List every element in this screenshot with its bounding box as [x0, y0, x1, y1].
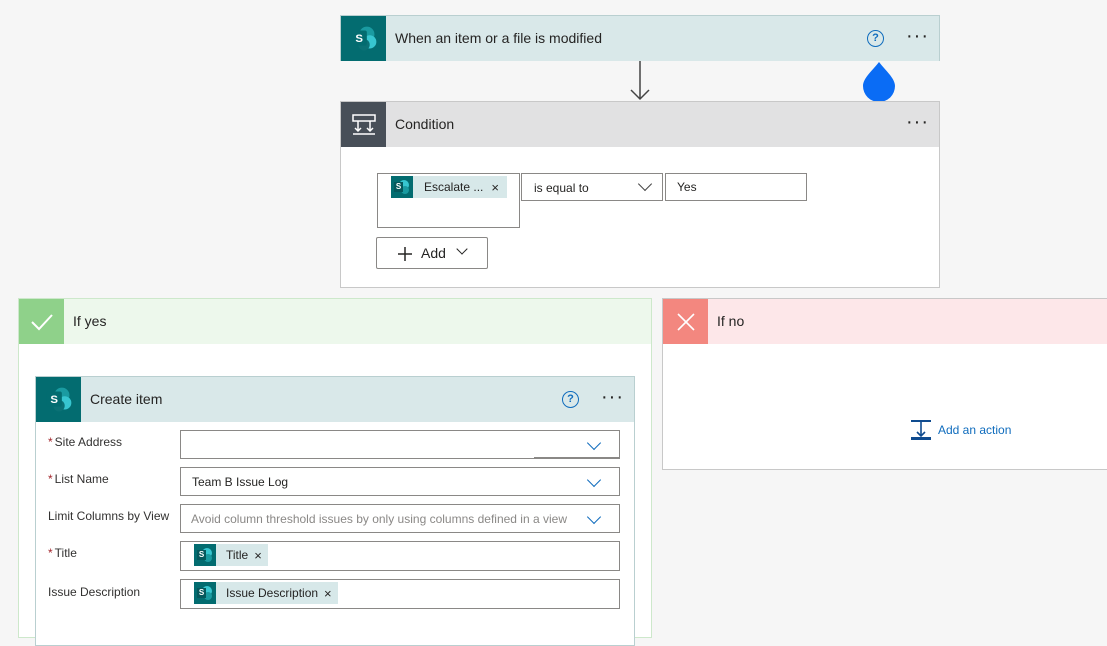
dynamic-content-token: S Issue Description ×	[194, 582, 338, 604]
close-icon	[663, 299, 708, 344]
issue-description-input[interactable]: S Issue Description ×	[180, 579, 620, 609]
create-item-header[interactable]: S Create item ? ···	[36, 377, 634, 422]
sharepoint-icon: S	[341, 16, 386, 61]
plus-icon	[398, 247, 412, 261]
add-an-action-button[interactable]: Add an action	[910, 419, 1011, 441]
create-item-title: Create item	[90, 391, 163, 407]
title-label: * Title	[48, 546, 77, 560]
if-no-header[interactable]: If no	[663, 299, 1107, 344]
condition-value-input[interactable]: Yes	[665, 173, 807, 201]
add-action-label: Add an action	[938, 423, 1012, 437]
list-name-label: * List Name	[48, 472, 109, 486]
if-no-title: If no	[717, 313, 745, 329]
list-name-dropdown[interactable]: Team B Issue Log	[180, 467, 620, 496]
issue-description-label: Issue Description	[48, 585, 141, 599]
more-options-button[interactable]: ···	[601, 377, 624, 422]
chevron-down-icon	[456, 243, 468, 255]
chevron-down-icon	[637, 176, 653, 192]
limit-columns-dropdown[interactable]: Avoid column threshold issues by only us…	[180, 504, 620, 533]
trigger-header[interactable]: S When an item or a file is modified ? ·…	[341, 16, 939, 61]
token-label: Escalate ...	[424, 180, 484, 194]
list-name-value: Team B Issue Log	[192, 475, 289, 489]
condition-icon	[341, 102, 386, 147]
condition-header[interactable]: Condition ···	[341, 102, 939, 147]
create-item-card: S Create item ? ··· * Site Address * List …	[35, 376, 635, 646]
site-address-dropdown[interactable]	[180, 430, 620, 459]
dynamic-content-token: S Title ×	[194, 544, 268, 566]
condition-title: Condition	[395, 116, 455, 132]
more-options-button[interactable]: ···	[906, 16, 929, 61]
dynamic-content-token: S Escalate ... ×	[391, 176, 507, 198]
sharepoint-icon: S	[194, 582, 216, 604]
limit-columns-placeholder: Avoid column threshold issues by only us…	[191, 512, 567, 526]
remove-token-button[interactable]: ×	[324, 586, 332, 601]
chevron-down-icon	[586, 435, 602, 451]
help-icon[interactable]: ?	[867, 30, 884, 47]
condition-operator-dropdown[interactable]: is equal to	[521, 173, 663, 201]
if-no-branch: If no Add an action	[662, 298, 1107, 470]
sharepoint-icon: S	[36, 377, 81, 422]
add-action-icon	[911, 420, 931, 440]
condition-card: Condition ··· S Escalate ... × is equal …	[340, 101, 940, 288]
token-label: Title	[226, 548, 249, 562]
check-icon	[19, 299, 64, 344]
remove-token-button[interactable]: ×	[491, 180, 499, 195]
drop-pin-icon[interactable]	[861, 60, 897, 102]
if-yes-title: If yes	[73, 313, 107, 329]
condition-left-operand[interactable]: S Escalate ... ×	[377, 173, 520, 228]
add-condition-button[interactable]: Add	[376, 237, 488, 269]
add-label: Add	[421, 245, 446, 261]
sharepoint-icon: S	[391, 176, 413, 198]
if-yes-branch: If yes S Create item ? ··· * Site Address…	[18, 298, 652, 646]
title-input[interactable]: S Title ×	[180, 541, 620, 571]
trigger-title: When an item or a file is modified	[395, 30, 602, 46]
condition-value: Yes	[677, 180, 697, 194]
if-yes-header[interactable]: If yes	[19, 299, 651, 344]
site-address-label: * Site Address	[48, 435, 123, 449]
token-label: Issue Description	[226, 586, 319, 600]
remove-token-button[interactable]: ×	[254, 548, 262, 563]
arrow-down-icon	[630, 61, 650, 101]
chevron-down-icon	[586, 509, 602, 525]
trigger-card[interactable]: S When an item or a file is modified ? ·…	[340, 15, 940, 61]
limit-columns-label: Limit Columns by View	[48, 509, 170, 523]
operator-value: is equal to	[534, 181, 589, 195]
more-options-button[interactable]: ···	[906, 102, 929, 147]
help-icon[interactable]: ?	[562, 391, 579, 408]
chevron-down-icon	[586, 472, 602, 488]
sharepoint-icon: S	[194, 544, 216, 566]
